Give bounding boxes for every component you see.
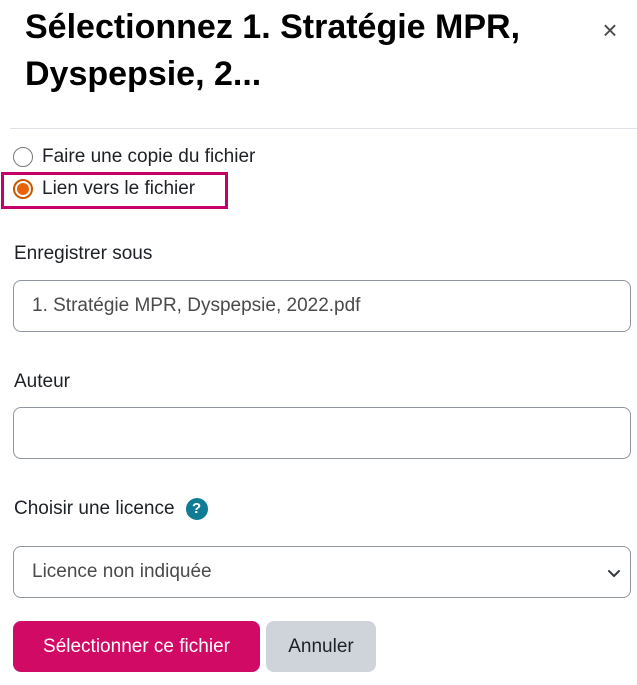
link-file-label: Lien vers le fichier <box>42 178 196 199</box>
header-divider <box>10 128 637 129</box>
copy-file-label: Faire une copie du fichier <box>42 146 256 167</box>
link-file-radio[interactable] <box>13 179 33 199</box>
copy-file-option[interactable]: Faire une copie du fichier <box>13 144 255 170</box>
select-file-button[interactable]: Sélectionner ce fichier <box>13 621 260 672</box>
save-as-input[interactable] <box>13 280 631 332</box>
close-icon[interactable]: × <box>598 16 622 44</box>
cancel-button[interactable]: Annuler <box>266 621 376 672</box>
question-circle-icon[interactable]: ? <box>185 498 208 520</box>
license-label-row: Choisir une licence ? <box>14 498 208 520</box>
file-picker-dialog: Sélectionnez 1. Stratégie MPR, Dyspepsie… <box>0 0 637 685</box>
dialog-title: Sélectionnez 1. Stratégie MPR, Dyspepsie… <box>25 8 521 93</box>
license-select[interactable]: Licence non indiquée <box>13 546 631 598</box>
link-file-option[interactable]: Lien vers le fichier <box>13 176 195 202</box>
author-input[interactable] <box>13 407 631 459</box>
author-label: Auteur <box>14 371 70 392</box>
chevron-down-icon <box>608 570 620 577</box>
copy-file-radio[interactable] <box>13 147 33 167</box>
license-label: Choisir une licence <box>14 498 175 519</box>
save-as-label: Enregistrer sous <box>14 243 153 264</box>
license-selected-value: Licence non indiquée <box>32 561 212 582</box>
